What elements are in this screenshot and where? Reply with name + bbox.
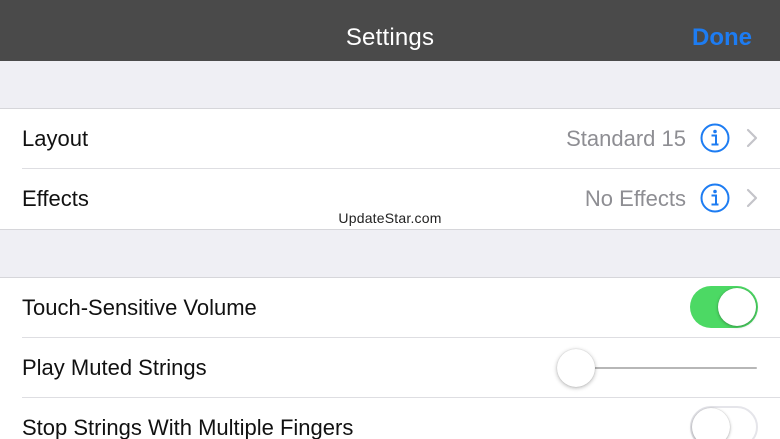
slider-thumb[interactable] <box>557 349 595 387</box>
layout-value: Standard 15 <box>566 126 686 151</box>
stop-strings-row: Stop Strings With Multiple Fingers <box>0 398 780 439</box>
layout-label: Layout <box>22 126 89 151</box>
section-spacer <box>0 230 780 277</box>
settings-group-playing: Touch-Sensitive Volume Play Muted String… <box>0 277 780 439</box>
touch-sensitive-volume-toggle[interactable] <box>690 286 758 328</box>
toggle-knob <box>692 408 730 439</box>
navigation-bar: Settings Done <box>0 0 780 61</box>
info-circle-icon[interactable] <box>700 183 730 213</box>
touch-sensitive-volume-row: Touch-Sensitive Volume <box>0 278 780 338</box>
watermark-text: UpdateStar.com <box>338 210 442 226</box>
toggle-knob <box>718 288 756 326</box>
chevron-right-icon <box>746 128 758 148</box>
section-spacer <box>0 61 780 108</box>
layout-row[interactable]: Layout Standard 15 <box>0 109 780 169</box>
info-circle-icon[interactable] <box>700 123 730 153</box>
play-muted-strings-row: Play Muted Strings <box>0 338 780 398</box>
settings-screen: Settings Done Layout Standard 15 Effects… <box>0 0 780 439</box>
touch-sensitive-volume-label: Touch-Sensitive Volume <box>22 295 257 320</box>
page-title: Settings <box>345 24 435 51</box>
stop-strings-toggle[interactable] <box>690 406 758 439</box>
chevron-right-icon <box>746 188 758 208</box>
stop-strings-label: Stop Strings With Multiple Fingers <box>22 415 354 439</box>
play-muted-strings-label: Play Muted Strings <box>22 355 207 380</box>
play-muted-strings-slider[interactable] <box>557 348 757 388</box>
done-button[interactable]: Done <box>692 0 752 61</box>
